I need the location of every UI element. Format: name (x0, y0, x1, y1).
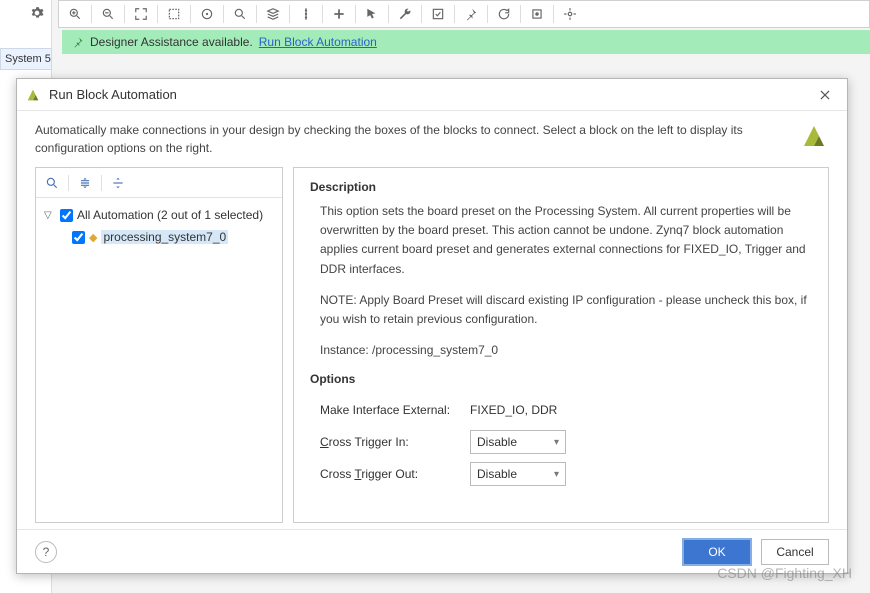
tree-toolbar (36, 168, 282, 198)
align-icon[interactable] (294, 2, 318, 26)
expand-all-icon[interactable] (108, 173, 128, 193)
option-cross-trigger-in: Cross Trigger In: Disable ▾ (320, 426, 812, 458)
validate-icon[interactable] (426, 2, 450, 26)
chevron-down-icon: ▾ (554, 469, 559, 480)
dialog-title: Run Block Automation (49, 87, 811, 102)
option-cross-trigger-out: Cross Trigger Out: Disable ▾ (320, 458, 812, 490)
cross-trigger-in-combo[interactable]: Disable ▾ (470, 430, 566, 454)
option-make-interface-external: Make Interface External: FIXED_IO, DDR (320, 394, 812, 426)
search-icon[interactable] (228, 2, 252, 26)
dialog-titlebar: Run Block Automation (17, 79, 847, 111)
chevron-down-icon[interactable]: ▽ (44, 210, 56, 221)
cross-trigger-out-combo[interactable]: Disable ▾ (470, 462, 566, 486)
tree-item[interactable]: ◆ processing_system7_0 (40, 226, 278, 248)
gear-icon[interactable] (30, 6, 44, 20)
diagram-toolbar (58, 0, 870, 28)
vivado-logo-icon (25, 87, 41, 103)
pointer-icon[interactable] (360, 2, 384, 26)
collapse-all-icon[interactable] (75, 173, 95, 193)
ip-icon[interactable] (525, 2, 549, 26)
option-value: FIXED_IO, DDR (470, 403, 557, 417)
combo-value: Disable (477, 467, 517, 481)
combo-value: Disable (477, 435, 517, 449)
cancel-button[interactable]: Cancel (761, 539, 829, 565)
automation-tree-panel: ▽ All Automation (2 out of 1 selected) ◆… (35, 167, 283, 523)
dialog-header: Automatically make connections in your d… (17, 111, 847, 167)
help-button[interactable]: ? (35, 541, 57, 563)
pin-icon (72, 36, 84, 48)
auto-fit-icon[interactable] (195, 2, 219, 26)
chevron-down-icon: ▾ (554, 437, 559, 448)
sidebar-tab[interactable]: System 5. (0, 48, 52, 70)
search-icon[interactable] (42, 173, 62, 193)
automation-detail-panel: Description This option sets the board p… (293, 167, 829, 523)
tree-root[interactable]: ▽ All Automation (2 out of 1 selected) (40, 204, 278, 226)
tree-root-label: All Automation (2 out of 1 selected) (77, 208, 263, 222)
ip-block-icon: ◆ (89, 231, 97, 244)
run-block-automation-link[interactable]: Run Block Automation (259, 35, 377, 49)
tree-item-label: processing_system7_0 (101, 230, 228, 244)
watermark: CSDN @Fighting_XH (717, 565, 852, 581)
description-text-2: NOTE: Apply Board Preset will discard ex… (310, 291, 812, 329)
settings2-icon[interactable] (558, 2, 582, 26)
ok-button[interactable]: OK (683, 539, 751, 565)
banner-text: Designer Assistance available. (90, 35, 253, 49)
description-heading: Description (310, 180, 812, 194)
pin-icon[interactable] (459, 2, 483, 26)
option-label: Make Interface External: (320, 403, 470, 417)
description-text-1: This option sets the board preset on the… (310, 202, 812, 279)
add-icon[interactable] (327, 2, 351, 26)
zoom-out-icon[interactable] (96, 2, 120, 26)
zoom-area-icon[interactable] (162, 2, 186, 26)
wrench-icon[interactable] (393, 2, 417, 26)
close-button[interactable] (811, 81, 839, 109)
regenerate-icon[interactable] (492, 2, 516, 26)
designer-assistance-banner: Designer Assistance available. Run Block… (62, 30, 870, 54)
instance-label: Instance: /processing_system7_0 (310, 341, 812, 360)
options-heading: Options (310, 372, 812, 386)
option-label: Cross Trigger In: (320, 435, 470, 449)
automation-tree: ▽ All Automation (2 out of 1 selected) ◆… (36, 198, 282, 254)
vivado-logo-icon (799, 121, 829, 151)
run-block-automation-dialog: Run Block Automation Automatically make … (16, 78, 848, 574)
tree-item-checkbox[interactable] (72, 231, 85, 244)
dialog-header-text: Automatically make connections in your d… (35, 121, 787, 157)
tree-root-checkbox[interactable] (60, 209, 73, 222)
zoom-in-icon[interactable] (63, 2, 87, 26)
option-label: Cross Trigger Out: (320, 467, 470, 481)
stack-icon[interactable] (261, 2, 285, 26)
zoom-fit-icon[interactable] (129, 2, 153, 26)
